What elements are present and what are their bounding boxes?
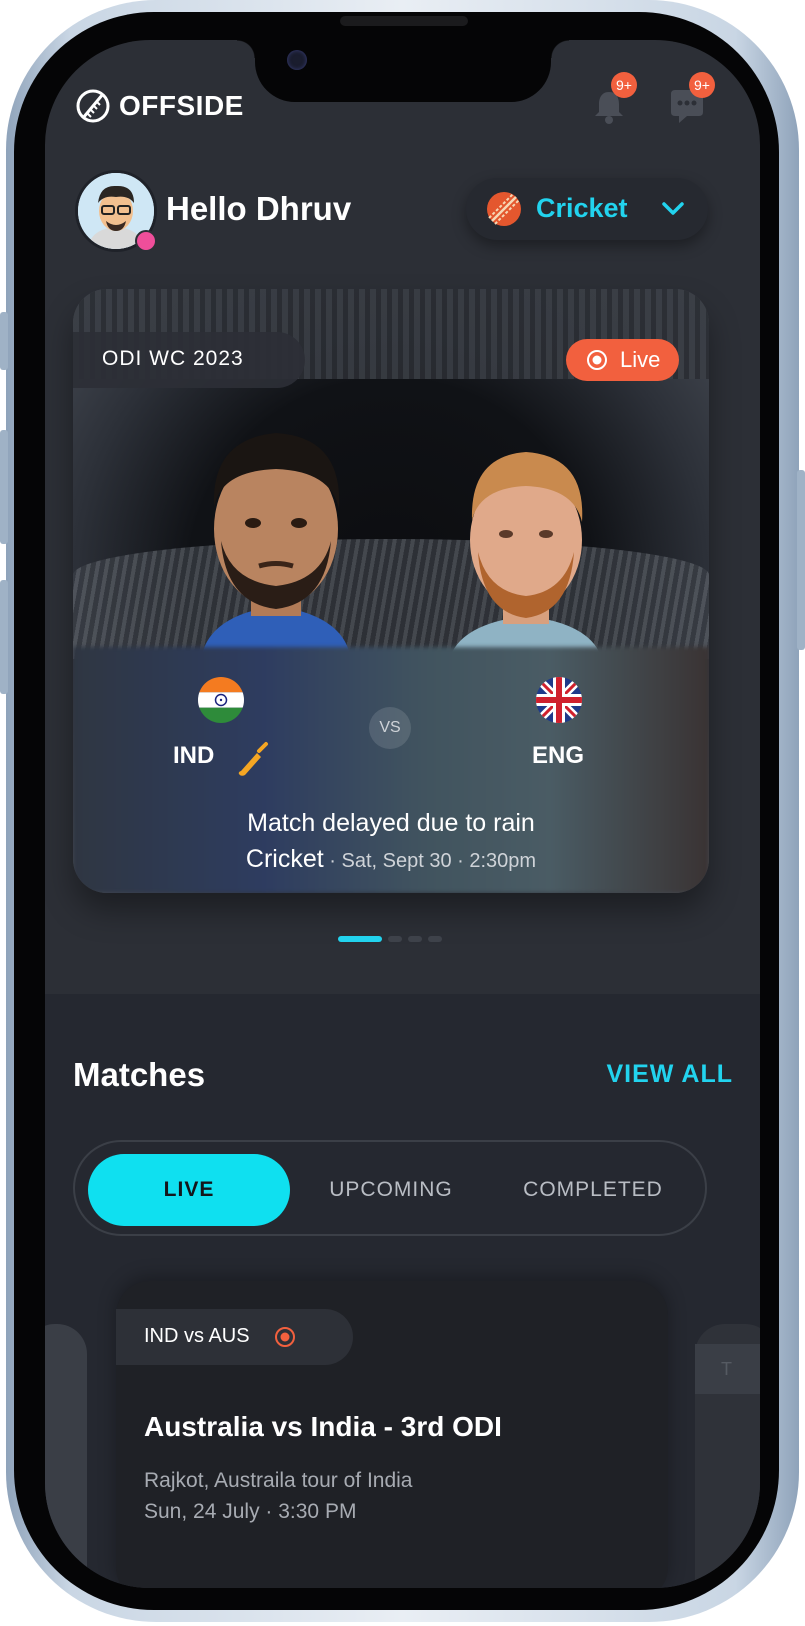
match-tag: IND vs AUS bbox=[116, 1309, 353, 1365]
live-label: Live bbox=[620, 347, 661, 372]
view-all-link[interactable]: VIEW ALL bbox=[606, 1060, 733, 1089]
cricket-ball-logo-icon bbox=[76, 89, 110, 123]
carousel-dot[interactable] bbox=[428, 936, 442, 942]
team-away-name: ENG bbox=[532, 742, 585, 769]
match-time: 2:30pm bbox=[469, 850, 537, 872]
next-match-card[interactable]: T bbox=[695, 1324, 760, 1588]
match-sport: Cricket bbox=[245, 845, 324, 873]
match-title: Australia vs India - 3rd ODI bbox=[144, 1411, 502, 1442]
match-location: Rajkot, Austraila tour of India bbox=[144, 1469, 413, 1492]
sport-selector[interactable]: Cricket bbox=[466, 178, 708, 240]
tournament-tag: ODI WC 2023 bbox=[73, 332, 305, 388]
india-flag-icon bbox=[198, 677, 244, 723]
next-card-tag-text: T bbox=[721, 1359, 732, 1379]
team-home-name: IND bbox=[173, 742, 215, 769]
player-home-image bbox=[181, 411, 371, 666]
previous-match-card[interactable] bbox=[45, 1324, 87, 1588]
batting-bat-icon bbox=[238, 742, 268, 776]
player-away-image bbox=[438, 434, 613, 669]
messages-badge: 9+ bbox=[689, 72, 715, 98]
carousel-dot[interactable] bbox=[388, 936, 402, 942]
tab-upcoming[interactable]: UPCOMING bbox=[290, 1154, 492, 1226]
side-button-mute bbox=[0, 312, 8, 370]
phone-notch bbox=[237, 40, 569, 102]
match-meta: Cricket · Sat, Sept 30 · 2:30pm bbox=[73, 845, 709, 874]
notifications-button[interactable]: 9+ bbox=[589, 72, 637, 126]
premium-badge-icon bbox=[135, 230, 157, 252]
match-datetime: Sun, 24 July · 3:30 PM bbox=[144, 1500, 357, 1523]
carousel-dot[interactable] bbox=[408, 936, 422, 942]
match-details: Rajkot, Austraila tour of India Sun, 24 … bbox=[144, 1465, 412, 1527]
selected-sport-label: Cricket bbox=[536, 193, 628, 223]
live-record-icon bbox=[275, 1327, 295, 1347]
front-camera bbox=[287, 50, 307, 70]
versus-badge: VS bbox=[369, 707, 411, 749]
uk-flag-icon bbox=[536, 677, 582, 723]
carousel-dot[interactable] bbox=[338, 936, 382, 942]
match-card[interactable]: IND vs AUS Australia vs India - 3rd ODI … bbox=[116, 1281, 668, 1588]
app-name: OFFSIDE bbox=[119, 90, 244, 121]
match-status-text: Match delayed due to rain bbox=[247, 809, 535, 837]
tab-live[interactable]: LIVE bbox=[88, 1154, 290, 1226]
featured-match-card[interactable]: ODI WC 2023 Live IND VS ENG Match delaye… bbox=[73, 289, 709, 893]
tab-completed[interactable]: COMPLETED bbox=[492, 1154, 694, 1226]
tournament-name: ODI WC 2023 bbox=[102, 347, 244, 370]
notifications-badge: 9+ bbox=[611, 72, 637, 98]
cricket-ball-icon bbox=[487, 192, 521, 226]
live-record-icon bbox=[587, 350, 607, 370]
side-button-volume-down bbox=[0, 580, 8, 694]
app-logo[interactable]: OFFSIDE bbox=[75, 88, 244, 124]
matches-section: Matches VIEW ALL LIVE UPCOMING COMPLETED… bbox=[45, 994, 760, 1588]
section-title: Matches bbox=[73, 1056, 206, 1093]
side-button-power bbox=[797, 470, 805, 650]
messages-button[interactable]: 9+ bbox=[667, 72, 715, 126]
carousel-indicator bbox=[338, 936, 442, 942]
earpiece-speaker bbox=[340, 16, 468, 26]
app-screen: OFFSIDE 9+ 9+ Hello Dhruv Cricket ODI WC… bbox=[45, 40, 760, 1588]
side-button-volume-up bbox=[0, 430, 8, 544]
match-date: Sat, Sept 30 bbox=[341, 850, 452, 872]
live-badge: Live bbox=[566, 339, 679, 381]
chevron-down-icon bbox=[662, 202, 684, 215]
stadium-crowd-image bbox=[73, 539, 709, 659]
match-tag-text: IND vs AUS bbox=[144, 1325, 250, 1347]
match-status-tabs: LIVE UPCOMING COMPLETED bbox=[73, 1140, 707, 1236]
greeting-text: Hello Dhruv bbox=[166, 190, 352, 227]
meta-separator: · bbox=[457, 850, 464, 872]
meta-separator: · bbox=[329, 850, 336, 872]
